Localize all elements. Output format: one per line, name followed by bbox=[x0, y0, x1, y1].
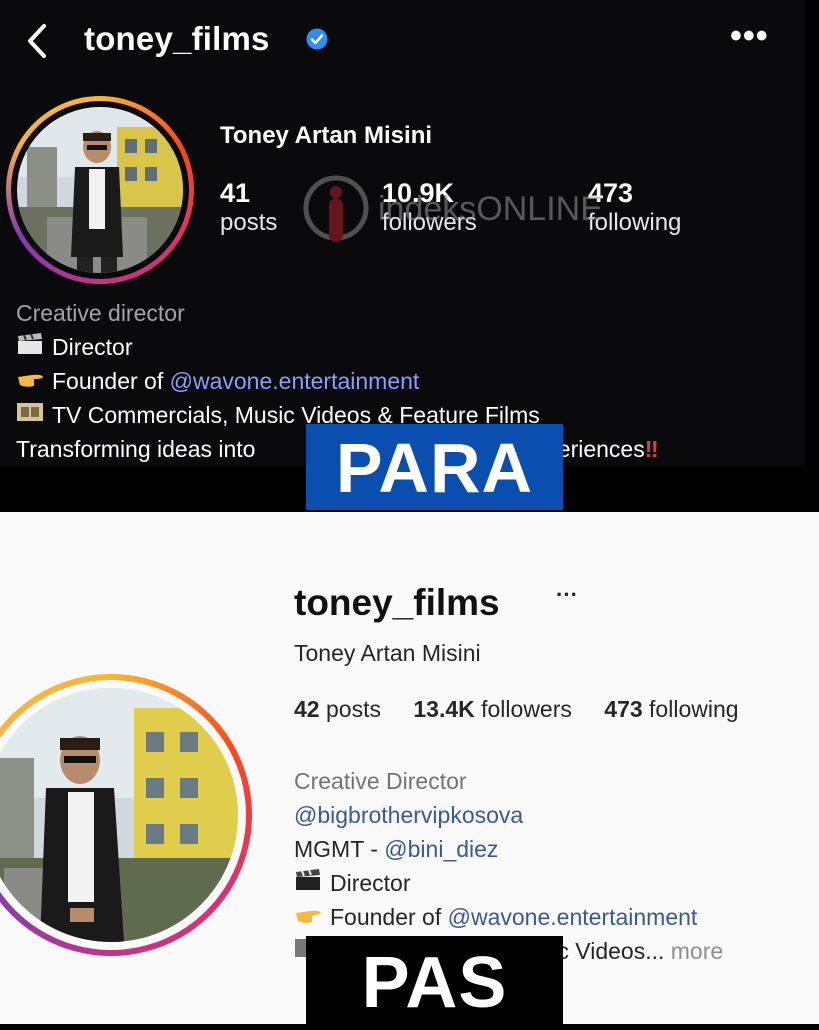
indeks-online-watermark-logo: indeksONLINE bbox=[303, 175, 603, 242]
more-options-icon[interactable]: ••• bbox=[730, 19, 769, 53]
bio-line-mention: @bigbrothervipkosova bbox=[294, 798, 723, 832]
bio-director-text: Director bbox=[330, 870, 411, 896]
clapperboard-icon bbox=[294, 866, 322, 900]
stat-following-label: following bbox=[649, 696, 739, 722]
avatar-photo bbox=[17, 107, 183, 273]
bio-founder-prefix: Founder of bbox=[52, 368, 170, 394]
para-before-label: PARA bbox=[306, 424, 563, 510]
profile-stats: 42 posts 13.4K followers 473 following bbox=[294, 696, 765, 723]
profile-full-name: Toney Artan Misini bbox=[294, 640, 481, 666]
profile-avatar[interactable] bbox=[6, 96, 194, 284]
bio-line-founder: Founder of @wavone.entertainment bbox=[294, 900, 723, 934]
stat-followers-count: 13.4K bbox=[413, 696, 475, 722]
bio-transforming-text: Transforming ideas into bbox=[16, 436, 256, 462]
bio-line-mgmt: MGMT - @bini_diez bbox=[294, 832, 723, 866]
profile-username: toney_films bbox=[84, 20, 270, 57]
stat-followers[interactable]: 13.4K followers bbox=[413, 696, 572, 722]
bio-line-founder: Founder of @wavone.entertainment bbox=[16, 364, 659, 398]
pointing-hand-icon bbox=[16, 364, 44, 398]
bio-mgmt-prefix: MGMT - bbox=[294, 836, 385, 862]
stat-posts[interactable]: 41 posts bbox=[220, 178, 277, 238]
profile-full-name: Toney Artan Misini bbox=[220, 122, 433, 149]
stat-posts-label: posts bbox=[325, 696, 381, 722]
bio-director-text: Director bbox=[52, 334, 133, 360]
verified-badge-icon bbox=[306, 28, 328, 50]
back-chevron-icon[interactable] bbox=[22, 22, 52, 60]
stat-following[interactable]: 473 following bbox=[604, 696, 738, 722]
watermark-text: indeksONLINE bbox=[378, 190, 603, 228]
bio-founder-mention-link[interactable]: @wavone.entertainment bbox=[170, 368, 420, 394]
profile-avatar[interactable] bbox=[0, 674, 252, 956]
bio-category: Creative director bbox=[16, 300, 185, 326]
bio-more-link[interactable]: more bbox=[671, 938, 723, 964]
stat-posts-label: posts bbox=[220, 209, 278, 236]
bio-mgmt-mention-link[interactable]: @bini_diez bbox=[384, 836, 498, 862]
top-profile-screenshot: toney_films ••• Toney Artan Misini 41 po… bbox=[0, 0, 805, 466]
bio-line-director: Director bbox=[16, 330, 659, 364]
pointing-hand-icon bbox=[294, 900, 322, 934]
bio-category: Creative Director bbox=[294, 768, 467, 794]
more-options-icon[interactable]: ··· bbox=[556, 582, 578, 608]
stat-following-count: 473 bbox=[604, 696, 643, 722]
stat-posts[interactable]: 42 posts bbox=[294, 696, 381, 722]
right-edge-strip bbox=[805, 0, 819, 512]
profile-username: toney_films bbox=[294, 582, 500, 623]
stat-posts-count: 42 bbox=[294, 696, 320, 722]
bio-line-director: Director bbox=[294, 866, 723, 900]
double-exclamation-icon: ‼ bbox=[644, 436, 659, 462]
bio-bigbrother-mention-link[interactable]: @bigbrothervipkosova bbox=[294, 802, 523, 828]
bio-founder-mention-link[interactable]: @wavone.entertainment bbox=[448, 904, 698, 930]
bio-founder-prefix: Founder of bbox=[330, 904, 448, 930]
stat-followers-label: followers bbox=[481, 696, 572, 722]
film-frames-icon bbox=[16, 398, 44, 432]
pas-after-label: PAS bbox=[306, 936, 563, 1024]
stat-posts-count: 41 bbox=[220, 178, 251, 208]
clapperboard-icon bbox=[16, 330, 44, 364]
